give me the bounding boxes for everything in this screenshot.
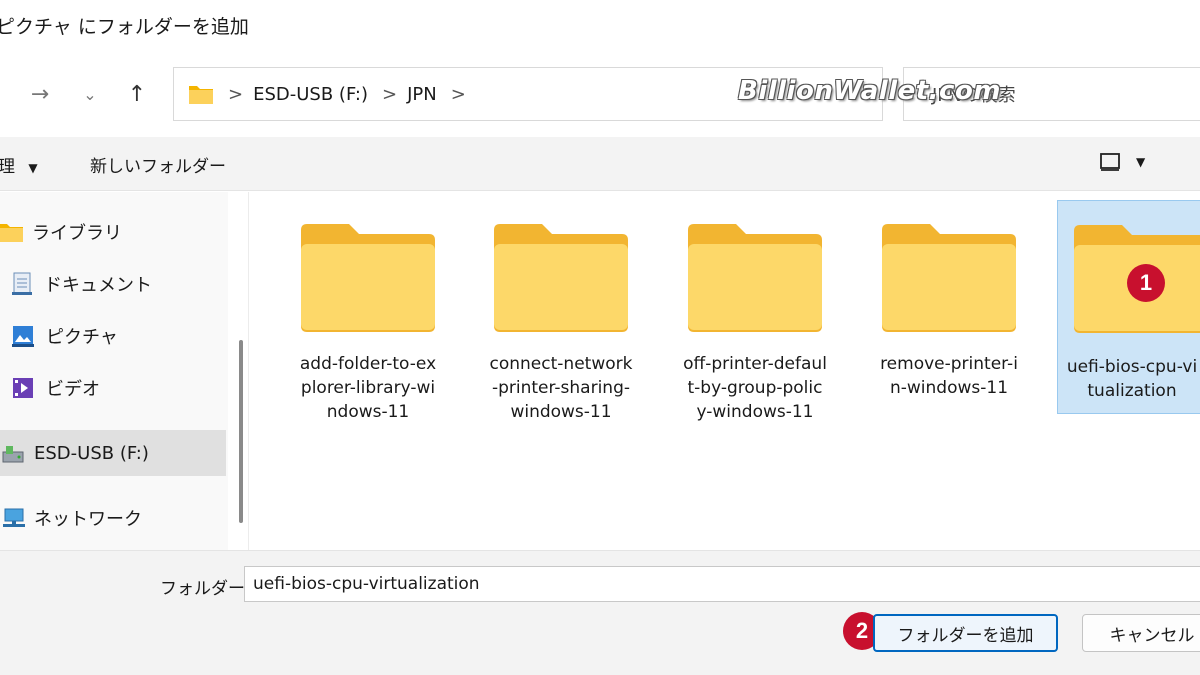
cancel-button[interactable]: キャンセル <box>1082 614 1200 652</box>
new-folder-button[interactable]: 新しいフォルダー <box>90 152 226 177</box>
folder-name-line: windows-11 <box>510 402 612 422</box>
window-title: ピクチャ にフォルダーを追加 <box>0 16 249 38</box>
folder-icon <box>494 224 628 332</box>
folder-name-line: tualization <box>1087 381 1177 401</box>
folder-icon <box>0 221 24 243</box>
folder-name-line: -printer-sharing- <box>491 378 631 398</box>
organize-label: 理 <box>0 157 15 177</box>
folder-icon <box>882 224 1016 332</box>
folder-name: off-printer-defaul t-by-group-polic y-wi… <box>680 352 830 424</box>
folder-name: connect-network -printer-sharing- window… <box>486 352 636 424</box>
chevron-down-icon: ⌄ <box>83 84 97 104</box>
sidebar-item-label: ビデオ <box>46 379 100 400</box>
folder-icon <box>188 83 214 105</box>
sidebar-item-documents[interactable]: ドキュメント <box>0 261 226 307</box>
sidebar-item-label: ドキュメント <box>44 275 152 296</box>
up-button[interactable]: ↑ <box>119 78 155 110</box>
folder-name-line: connect-network <box>489 354 633 374</box>
folder-name-line: uefi-bios-cpu-vi <box>1066 357 1198 377</box>
sidebar-item-library[interactable]: ライブラリ <box>0 209 226 255</box>
picture-icon <box>12 325 34 347</box>
sidebar-item-label: ピクチャ <box>46 327 118 348</box>
sidebar-scrollbar[interactable] <box>239 340 243 523</box>
sidebar-item-label: ライブラリ <box>32 223 122 244</box>
arrow-up-icon: ↑ <box>127 81 147 107</box>
folder-item[interactable]: remove-printer-i n-windows-11 <box>865 200 1033 440</box>
folder-name-line: add-folder-to-ex <box>299 354 437 374</box>
caret-down-icon: ▼ <box>28 161 38 175</box>
breadcrumb-drive[interactable]: ESD-USB (F:) <box>253 84 368 105</box>
folder-item[interactable]: off-printer-defaul t-by-group-polic y-wi… <box>671 200 839 440</box>
folder-name-line: off-printer-defaul <box>683 354 827 374</box>
folder-name-line: ndows-11 <box>326 402 410 422</box>
sidebar-item-label: ネットワーク <box>34 509 142 530</box>
folder-name-line: t-by-group-polic <box>687 378 823 398</box>
view-pane-icon <box>1100 153 1120 171</box>
folder-field-label: フォルダー: <box>160 579 251 599</box>
back-button[interactable]: → <box>22 78 58 110</box>
folder-item[interactable]: add-folder-to-ex plorer-library-wi ndows… <box>284 200 452 440</box>
add-folder-button[interactable]: フォルダーを追加 <box>873 614 1058 652</box>
folder-name-line: y-windows-11 <box>696 402 814 422</box>
folder-name-field[interactable]: uefi-bios-cpu-virtualization <box>244 566 1200 602</box>
folder-item[interactable]: connect-network -printer-sharing- window… <box>477 200 645 440</box>
folder-name: add-folder-to-ex plorer-library-wi ndows… <box>293 352 443 424</box>
sidebar-item-network[interactable]: ネットワーク <box>0 495 226 541</box>
sidebar-item-label: ESD-USB (F:) <box>34 442 149 464</box>
usb-drive-icon <box>2 443 24 463</box>
view-options-button[interactable]: ▼ <box>1100 153 1145 171</box>
sidebar-item-usb-drive[interactable]: ESD-USB (F:) <box>0 430 226 476</box>
breadcrumb-folder[interactable]: JPN <box>407 84 437 105</box>
video-icon <box>12 377 34 399</box>
breadcrumb-separator: > <box>450 83 466 105</box>
document-icon <box>12 272 32 296</box>
folder-item-selected[interactable]: uefi-bios-cpu-vi tualization <box>1057 200 1200 414</box>
folder-name-line: n-windows-11 <box>889 378 1009 398</box>
folder-name-line: remove-printer-i <box>880 354 1018 374</box>
organize-button[interactable]: 理 ▼ <box>0 152 38 177</box>
folder-name-line: plorer-library-wi <box>300 378 436 398</box>
caret-down-icon: ▼ <box>1136 155 1146 169</box>
folder-name: remove-printer-i n-windows-11 <box>874 352 1024 400</box>
folder-name-value: uefi-bios-cpu-virtualization <box>253 574 480 594</box>
watermark: BillionWallet.com <box>738 76 1001 106</box>
network-icon <box>2 507 26 529</box>
sidebar-item-pictures[interactable]: ピクチャ <box>0 313 226 359</box>
folder-icon <box>301 224 435 332</box>
step-badge-1: 1 <box>1127 264 1165 302</box>
sidebar-item-videos[interactable]: ビデオ <box>0 365 226 411</box>
breadcrumb-separator: > <box>228 83 244 105</box>
folder-icon <box>688 224 822 332</box>
recent-locations-button[interactable]: ⌄ <box>72 78 108 110</box>
breadcrumb-separator: > <box>381 83 398 105</box>
folder-name: uefi-bios-cpu-vi tualization <box>1062 355 1200 403</box>
arrow-left-icon: → <box>30 81 50 107</box>
